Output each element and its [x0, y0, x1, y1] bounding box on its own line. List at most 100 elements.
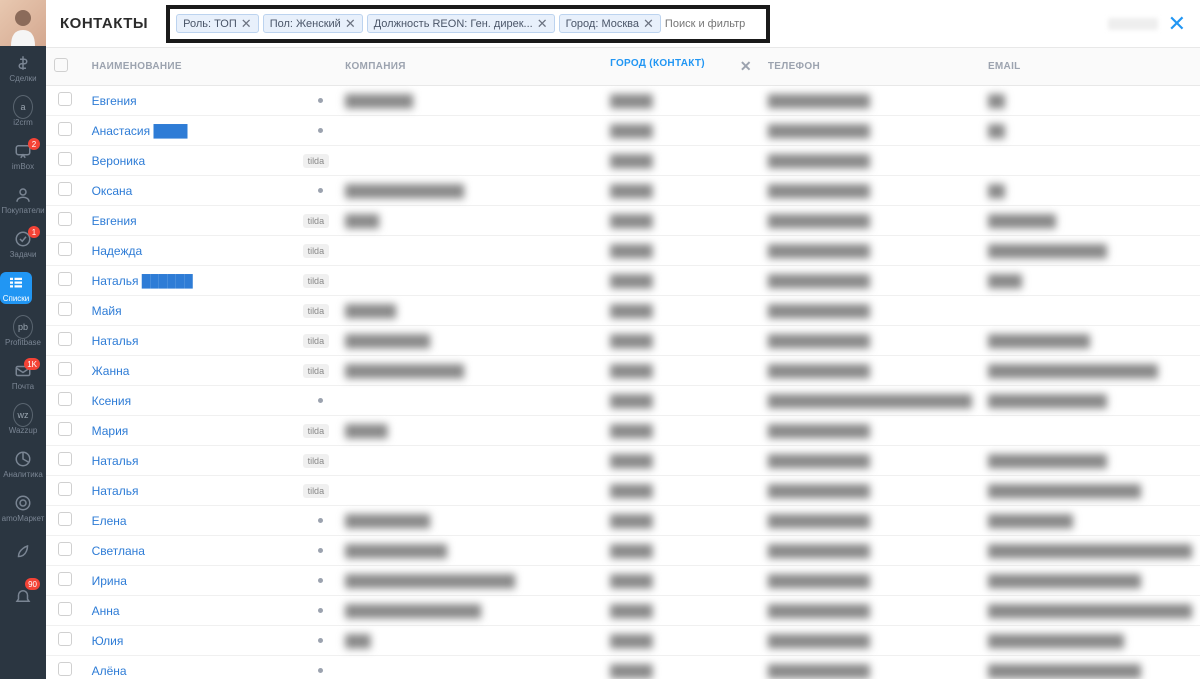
user-avatar[interactable]	[0, 0, 46, 46]
contact-name-link[interactable]: Евгения	[92, 214, 137, 228]
sidebar-item-Списки[interactable]: Списки	[0, 272, 32, 304]
contact-name-link[interactable]: Ирина	[92, 574, 127, 588]
email-cell: ████████	[988, 214, 1056, 228]
sidebar-item-imBox[interactable]: imBox2	[0, 134, 46, 178]
sidebar-item-amoМаркет[interactable]: amoМаркет	[0, 486, 46, 530]
row-checkbox[interactable]	[58, 422, 72, 436]
row-checkbox[interactable]	[58, 452, 72, 466]
filter-chip[interactable]: Должность REON: Ген. дирек... ✕	[367, 14, 555, 33]
sidebar-item-Wazzup[interactable]: wzWazzup	[0, 398, 46, 442]
phone-cell: ████████████	[768, 244, 870, 258]
row-checkbox[interactable]	[58, 662, 72, 676]
sidebar-item-Задачи[interactable]: Задачи 1	[0, 222, 46, 266]
company-cell: ██████████████	[345, 364, 464, 378]
email-cell: ████████████████████████	[988, 604, 1192, 618]
filter-chip[interactable]: Пол: Женский✕	[263, 14, 363, 33]
contact-name-link[interactable]: Анна	[92, 604, 120, 618]
phone-cell: ████████████	[768, 304, 870, 318]
row-checkbox[interactable]	[58, 182, 72, 196]
contact-name-link[interactable]: Оксана	[92, 184, 133, 198]
sidebar-item-Покупатели[interactable]: Покупатели	[0, 178, 46, 222]
column-remove-icon[interactable]: ✕	[740, 58, 752, 75]
filter-search-box[interactable]: Роль: ТОП✕Пол: Женский✕Должность REON: Г…	[166, 5, 770, 43]
row-checkbox[interactable]	[58, 632, 72, 646]
city-cell: █████	[610, 334, 653, 348]
contact-name-link[interactable]: Ксения	[92, 394, 132, 408]
filter-chip[interactable]: Роль: ТОП✕	[176, 14, 259, 33]
contact-name-link[interactable]: Наталья ██████	[92, 274, 193, 288]
sidebar-item-label: Задачи	[10, 251, 37, 259]
contacts-table-wrap[interactable]: НАИМЕНОВАНИЕ КОМПАНИЯ ГОРОД (КОНТАКТ)✕ Т…	[46, 48, 1200, 679]
row-checkbox[interactable]	[58, 272, 72, 286]
contact-name-link[interactable]: Наталья	[92, 454, 139, 468]
column-phone[interactable]: ТЕЛЕФОН	[760, 48, 980, 86]
row-checkbox[interactable]	[58, 122, 72, 136]
row-checkbox[interactable]	[58, 602, 72, 616]
badge: 1	[28, 226, 40, 238]
phone-cell: ████████████	[768, 604, 870, 618]
row-checkbox[interactable]	[58, 542, 72, 556]
row-checkbox[interactable]	[58, 362, 72, 376]
row-checkbox[interactable]	[58, 212, 72, 226]
contact-name-link[interactable]: Жанна	[92, 364, 130, 378]
row-checkbox[interactable]	[58, 302, 72, 316]
chip-remove-icon[interactable]: ✕	[643, 17, 654, 30]
sidebar-item-label: amoМаркет	[2, 515, 45, 523]
contact-name-link[interactable]: Елена	[92, 514, 127, 528]
contact-name-link[interactable]: Наталья	[92, 334, 139, 348]
sidebar-item-Сделки[interactable]: Сделки	[0, 46, 46, 90]
chip-remove-icon[interactable]: ✕	[537, 17, 548, 30]
email-cell: ████████████	[988, 334, 1090, 348]
company-cell: █████	[345, 424, 388, 438]
chip-label: Должность REON: Ген. дирек...	[374, 18, 533, 30]
column-name[interactable]: НАИМЕНОВАНИЕ	[84, 48, 337, 86]
email-cell: ██████████	[988, 514, 1073, 528]
table-row: Елена███████████████████████████████████…	[46, 506, 1200, 536]
contact-name-link[interactable]: Евгения	[92, 94, 137, 108]
contact-name-link[interactable]: Алёна	[92, 664, 127, 678]
sidebar-item-Аналитика[interactable]: Аналитика	[0, 442, 46, 486]
row-checkbox[interactable]	[58, 152, 72, 166]
contact-name-link[interactable]: Наталья	[92, 484, 139, 498]
phone-cell: ████████████	[768, 214, 870, 228]
source-tag: tilda	[303, 304, 330, 318]
row-checkbox[interactable]	[58, 332, 72, 346]
chip-remove-icon[interactable]: ✕	[345, 17, 356, 30]
table-row: Надеждаtilda████████████████████████████…	[46, 236, 1200, 266]
table-row: Наталья ██████tilda█████████████████████	[46, 266, 1200, 296]
sidebar-item-label: Почта	[12, 383, 34, 391]
contact-name-link[interactable]: Мария	[92, 424, 129, 438]
email-cell: ██	[988, 184, 1005, 198]
city-cell: █████	[610, 154, 653, 168]
row-checkbox[interactable]	[58, 512, 72, 526]
filter-chip[interactable]: Город: Москва✕	[559, 14, 661, 33]
row-checkbox[interactable]	[58, 92, 72, 106]
select-all-header[interactable]	[46, 48, 84, 86]
table-row: Анна████████████████████████████████████…	[46, 596, 1200, 626]
status-dot-icon	[318, 188, 323, 193]
sidebar-item-bell[interactable]: 90	[0, 574, 46, 618]
contact-name-link[interactable]: Юлия	[92, 634, 124, 648]
row-checkbox[interactable]	[58, 242, 72, 256]
phone-cell: ████████████	[768, 424, 870, 438]
contact-name-link[interactable]: Светлана	[92, 544, 145, 558]
sidebar-item-leaf[interactable]	[0, 530, 46, 574]
column-city[interactable]: ГОРОД (КОНТАКТ)✕	[602, 48, 760, 86]
status-dot-icon	[318, 638, 323, 643]
row-checkbox[interactable]	[58, 392, 72, 406]
contact-name-link[interactable]: Майя	[92, 304, 122, 318]
contact-name-link[interactable]: Анастасия ████	[92, 124, 188, 138]
column-email[interactable]: EMAIL	[980, 48, 1200, 86]
search-input[interactable]	[665, 18, 760, 30]
row-checkbox[interactable]	[58, 482, 72, 496]
row-checkbox[interactable]	[58, 572, 72, 586]
sidebar-item-Почта[interactable]: Почта1K	[0, 354, 46, 398]
column-company[interactable]: КОМПАНИЯ	[337, 48, 602, 86]
contact-name-link[interactable]: Вероника	[92, 154, 146, 168]
close-icon[interactable]: ✕	[1168, 11, 1186, 37]
sidebar-item-Profitbase[interactable]: pbProfitbase	[0, 310, 46, 354]
city-cell: █████	[610, 124, 653, 138]
sidebar-item-i2crm[interactable]: ai2crm	[0, 90, 46, 134]
chip-remove-icon[interactable]: ✕	[241, 17, 252, 30]
contact-name-link[interactable]: Надежда	[92, 244, 143, 258]
